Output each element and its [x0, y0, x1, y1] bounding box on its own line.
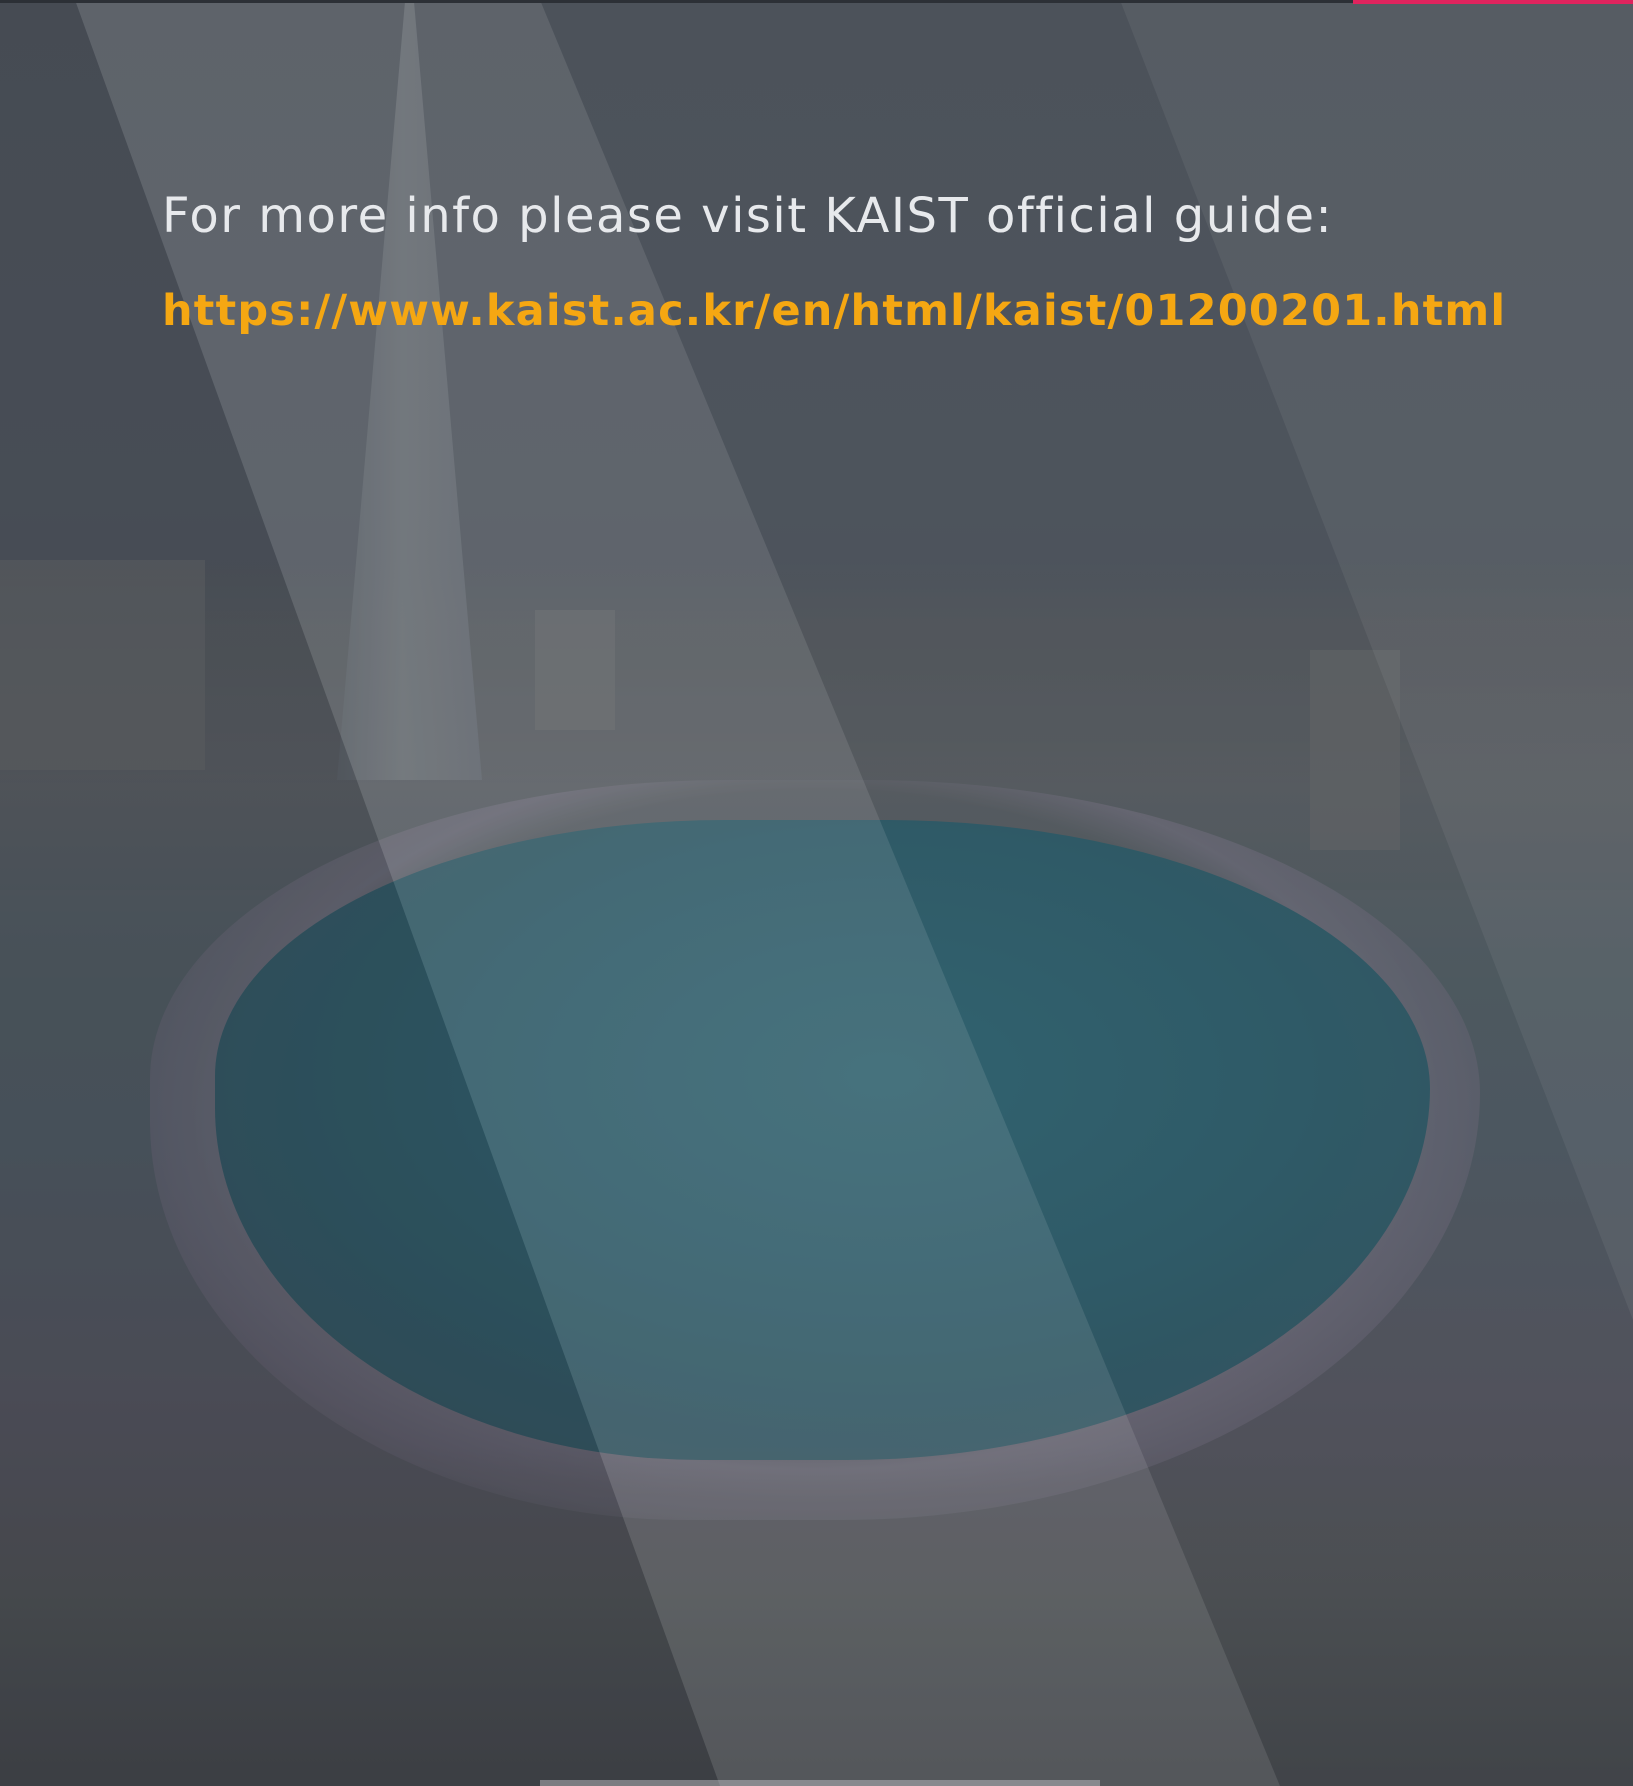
info-text: For more info please visit KAIST officia…: [162, 188, 1334, 244]
kaist-guide-link[interactable]: https://www.kaist.ac.kr/en/html/kaist/01…: [162, 286, 1506, 336]
accent-bar: [1353, 0, 1633, 4]
slide-page: For more info please visit KAIST officia…: [0, 0, 1633, 1786]
bottom-strip: [540, 1780, 1100, 1786]
